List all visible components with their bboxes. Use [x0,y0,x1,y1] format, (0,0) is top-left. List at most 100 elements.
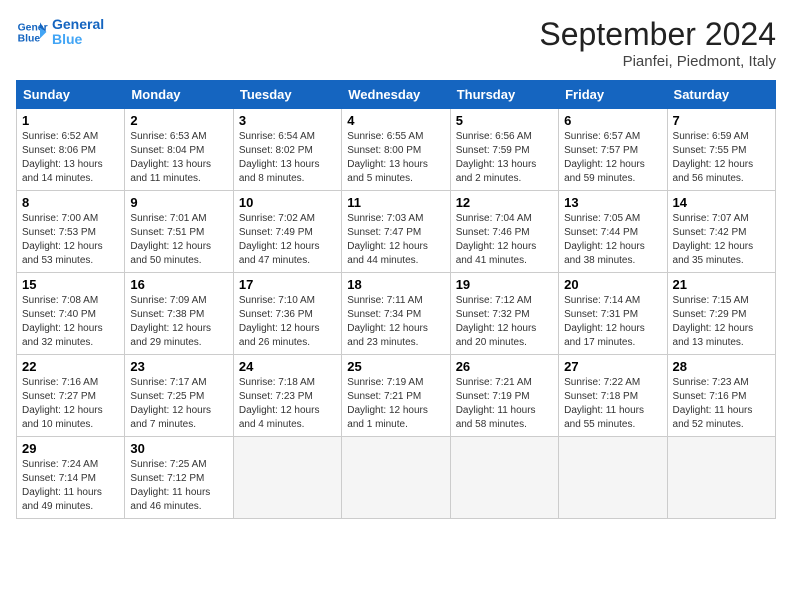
calendar-cell: 24 Sunrise: 7:18 AMSunset: 7:23 PMDayligh… [233,355,341,437]
day-number: 9 [130,195,227,210]
day-info: Sunrise: 7:15 AMSunset: 7:29 PMDaylight:… [673,294,770,350]
day-number: 3 [239,113,336,128]
calendar-cell: 30 Sunrise: 7:25 AMSunset: 7:12 PMDayligh… [125,437,233,519]
day-number: 30 [130,441,227,456]
calendar-cell: 9 Sunrise: 7:01 AMSunset: 7:51 PMDaylight… [125,191,233,273]
calendar-week-4: 22Sunrise: 7:16 AMSunset: 7:27 PMDayligh… [17,355,776,437]
calendar-cell: 5 Sunrise: 6:56 AMSunset: 7:59 PMDaylight… [450,109,558,191]
day-info: Sunrise: 7:17 AMSunset: 7:25 PMDaylight:… [130,376,227,432]
calendar-cell [233,437,341,519]
day-info: Sunrise: 7:09 AMSunset: 7:38 PMDaylight:… [130,294,227,350]
svg-text:Blue: Blue [18,34,41,45]
calendar-table: SundayMondayTuesdayWednesdayThursdayFrid… [16,80,776,519]
calendar-cell: 16 Sunrise: 7:09 AMSunset: 7:38 PMDayligh… [125,273,233,355]
day-number: 25 [347,359,444,374]
day-number: 1 [22,113,119,128]
day-info: Sunrise: 6:54 AMSunset: 8:02 PMDaylight:… [239,130,336,186]
day-number: 5 [456,113,553,128]
calendar-cell [667,437,775,519]
calendar-cell: 13 Sunrise: 7:05 AMSunset: 7:44 PMDayligh… [559,191,667,273]
day-number: 11 [347,195,444,210]
day-number: 24 [239,359,336,374]
calendar-cell: 6Sunrise: 6:57 AMSunset: 7:57 PMDaylight… [559,109,667,191]
calendar-cell: 17 Sunrise: 7:10 AMSunset: 7:36 PMDayligh… [233,273,341,355]
calendar-cell: 15Sunrise: 7:08 AMSunset: 7:40 PMDayligh… [17,273,125,355]
day-number: 22 [22,359,119,374]
calendar-cell: 1 Sunrise: 6:52 AMSunset: 8:06 PMDaylight… [17,109,125,191]
calendar-week-5: 29 Sunrise: 7:24 AMSunset: 7:14 PMDayligh… [17,437,776,519]
calendar-cell: 19Sunrise: 7:12 AMSunset: 7:32 PMDayligh… [450,273,558,355]
day-info: Sunrise: 7:11 AMSunset: 7:34 PMDaylight:… [347,294,444,350]
logo-line2: Blue [52,32,104,47]
day-number: 16 [130,277,227,292]
day-info: Sunrise: 7:21 AMSunset: 7:19 PMDaylight:… [456,376,553,432]
day-number: 18 [347,277,444,292]
logo-icon: General Blue [16,16,48,48]
calendar-week-1: 1 Sunrise: 6:52 AMSunset: 8:06 PMDaylight… [17,109,776,191]
day-info: Sunrise: 7:14 AMSunset: 7:31 PMDaylight:… [564,294,661,350]
location: Pianfei, Piedmont, Italy [539,53,776,70]
day-header-friday: Friday [559,81,667,109]
calendar-cell: 22Sunrise: 7:16 AMSunset: 7:27 PMDayligh… [17,355,125,437]
day-info: Sunrise: 6:59 AMSunset: 7:55 PMDaylight:… [673,130,770,186]
day-info: Sunrise: 6:55 AMSunset: 8:00 PMDaylight:… [347,130,444,186]
day-info: Sunrise: 7:08 AMSunset: 7:40 PMDaylight:… [22,294,119,350]
day-info: Sunrise: 7:07 AMSunset: 7:42 PMDaylight:… [673,212,770,268]
day-number: 13 [564,195,661,210]
day-info: Sunrise: 7:01 AMSunset: 7:51 PMDaylight:… [130,212,227,268]
day-number: 29 [22,441,119,456]
day-info: Sunrise: 7:12 AMSunset: 7:32 PMDaylight:… [456,294,553,350]
day-info: Sunrise: 6:52 AMSunset: 8:06 PMDaylight:… [22,130,119,186]
day-info: Sunrise: 7:23 AMSunset: 7:16 PMDaylight:… [673,376,770,432]
day-number: 4 [347,113,444,128]
calendar-cell: 21 Sunrise: 7:15 AMSunset: 7:29 PMDayligh… [667,273,775,355]
calendar-cell: 10Sunrise: 7:02 AMSunset: 7:49 PMDayligh… [233,191,341,273]
calendar-week-2: 8 Sunrise: 7:00 AMSunset: 7:53 PMDaylight… [17,191,776,273]
calendar-cell: 25 Sunrise: 7:19 AMSunset: 7:21 PMDayligh… [342,355,450,437]
day-info: Sunrise: 7:18 AMSunset: 7:23 PMDaylight:… [239,376,336,432]
calendar-cell: 27Sunrise: 7:22 AMSunset: 7:18 PMDayligh… [559,355,667,437]
day-info: Sunrise: 7:19 AMSunset: 7:21 PMDaylight:… [347,376,444,432]
day-number: 21 [673,277,770,292]
day-number: 14 [673,195,770,210]
day-info: Sunrise: 7:00 AMSunset: 7:53 PMDaylight:… [22,212,119,268]
calendar-cell: 2 Sunrise: 6:53 AMSunset: 8:04 PMDaylight… [125,109,233,191]
day-info: Sunrise: 7:03 AMSunset: 7:47 PMDaylight:… [347,212,444,268]
day-number: 12 [456,195,553,210]
calendar-cell: 3 Sunrise: 6:54 AMSunset: 8:02 PMDaylight… [233,109,341,191]
calendar-header: SundayMondayTuesdayWednesdayThursdayFrid… [17,81,776,109]
day-header-monday: Monday [125,81,233,109]
calendar-cell: 12Sunrise: 7:04 AMSunset: 7:46 PMDayligh… [450,191,558,273]
day-number: 26 [456,359,553,374]
calendar-cell [450,437,558,519]
day-info: Sunrise: 6:56 AMSunset: 7:59 PMDaylight:… [456,130,553,186]
day-info: Sunrise: 7:25 AMSunset: 7:12 PMDaylight:… [130,458,227,514]
day-info: Sunrise: 7:02 AMSunset: 7:49 PMDaylight:… [239,212,336,268]
day-number: 8 [22,195,119,210]
calendar-cell: 29 Sunrise: 7:24 AMSunset: 7:14 PMDayligh… [17,437,125,519]
calendar-cell: 8 Sunrise: 7:00 AMSunset: 7:53 PMDaylight… [17,191,125,273]
day-info: Sunrise: 7:10 AMSunset: 7:36 PMDaylight:… [239,294,336,350]
day-header-saturday: Saturday [667,81,775,109]
calendar-cell: 11 Sunrise: 7:03 AMSunset: 7:47 PMDayligh… [342,191,450,273]
day-number: 23 [130,359,227,374]
day-number: 28 [673,359,770,374]
day-info: Sunrise: 7:05 AMSunset: 7:44 PMDaylight:… [564,212,661,268]
day-info: Sunrise: 7:24 AMSunset: 7:14 PMDaylight:… [22,458,119,514]
calendar-cell: 14 Sunrise: 7:07 AMSunset: 7:42 PMDayligh… [667,191,775,273]
day-header-tuesday: Tuesday [233,81,341,109]
day-header-wednesday: Wednesday [342,81,450,109]
day-number: 27 [564,359,661,374]
calendar-cell: 18 Sunrise: 7:11 AMSunset: 7:34 PMDayligh… [342,273,450,355]
day-info: Sunrise: 6:53 AMSunset: 8:04 PMDaylight:… [130,130,227,186]
page-header: General Blue General Blue September 2024… [16,16,776,70]
calendar-cell: 20 Sunrise: 7:14 AMSunset: 7:31 PMDayligh… [559,273,667,355]
day-number: 17 [239,277,336,292]
calendar-cell [559,437,667,519]
day-number: 2 [130,113,227,128]
day-number: 20 [564,277,661,292]
calendar-cell: 26 Sunrise: 7:21 AMSunset: 7:19 PMDayligh… [450,355,558,437]
day-info: Sunrise: 6:57 AMSunset: 7:57 PMDaylight:… [564,130,661,186]
day-number: 7 [673,113,770,128]
day-header-sunday: Sunday [17,81,125,109]
